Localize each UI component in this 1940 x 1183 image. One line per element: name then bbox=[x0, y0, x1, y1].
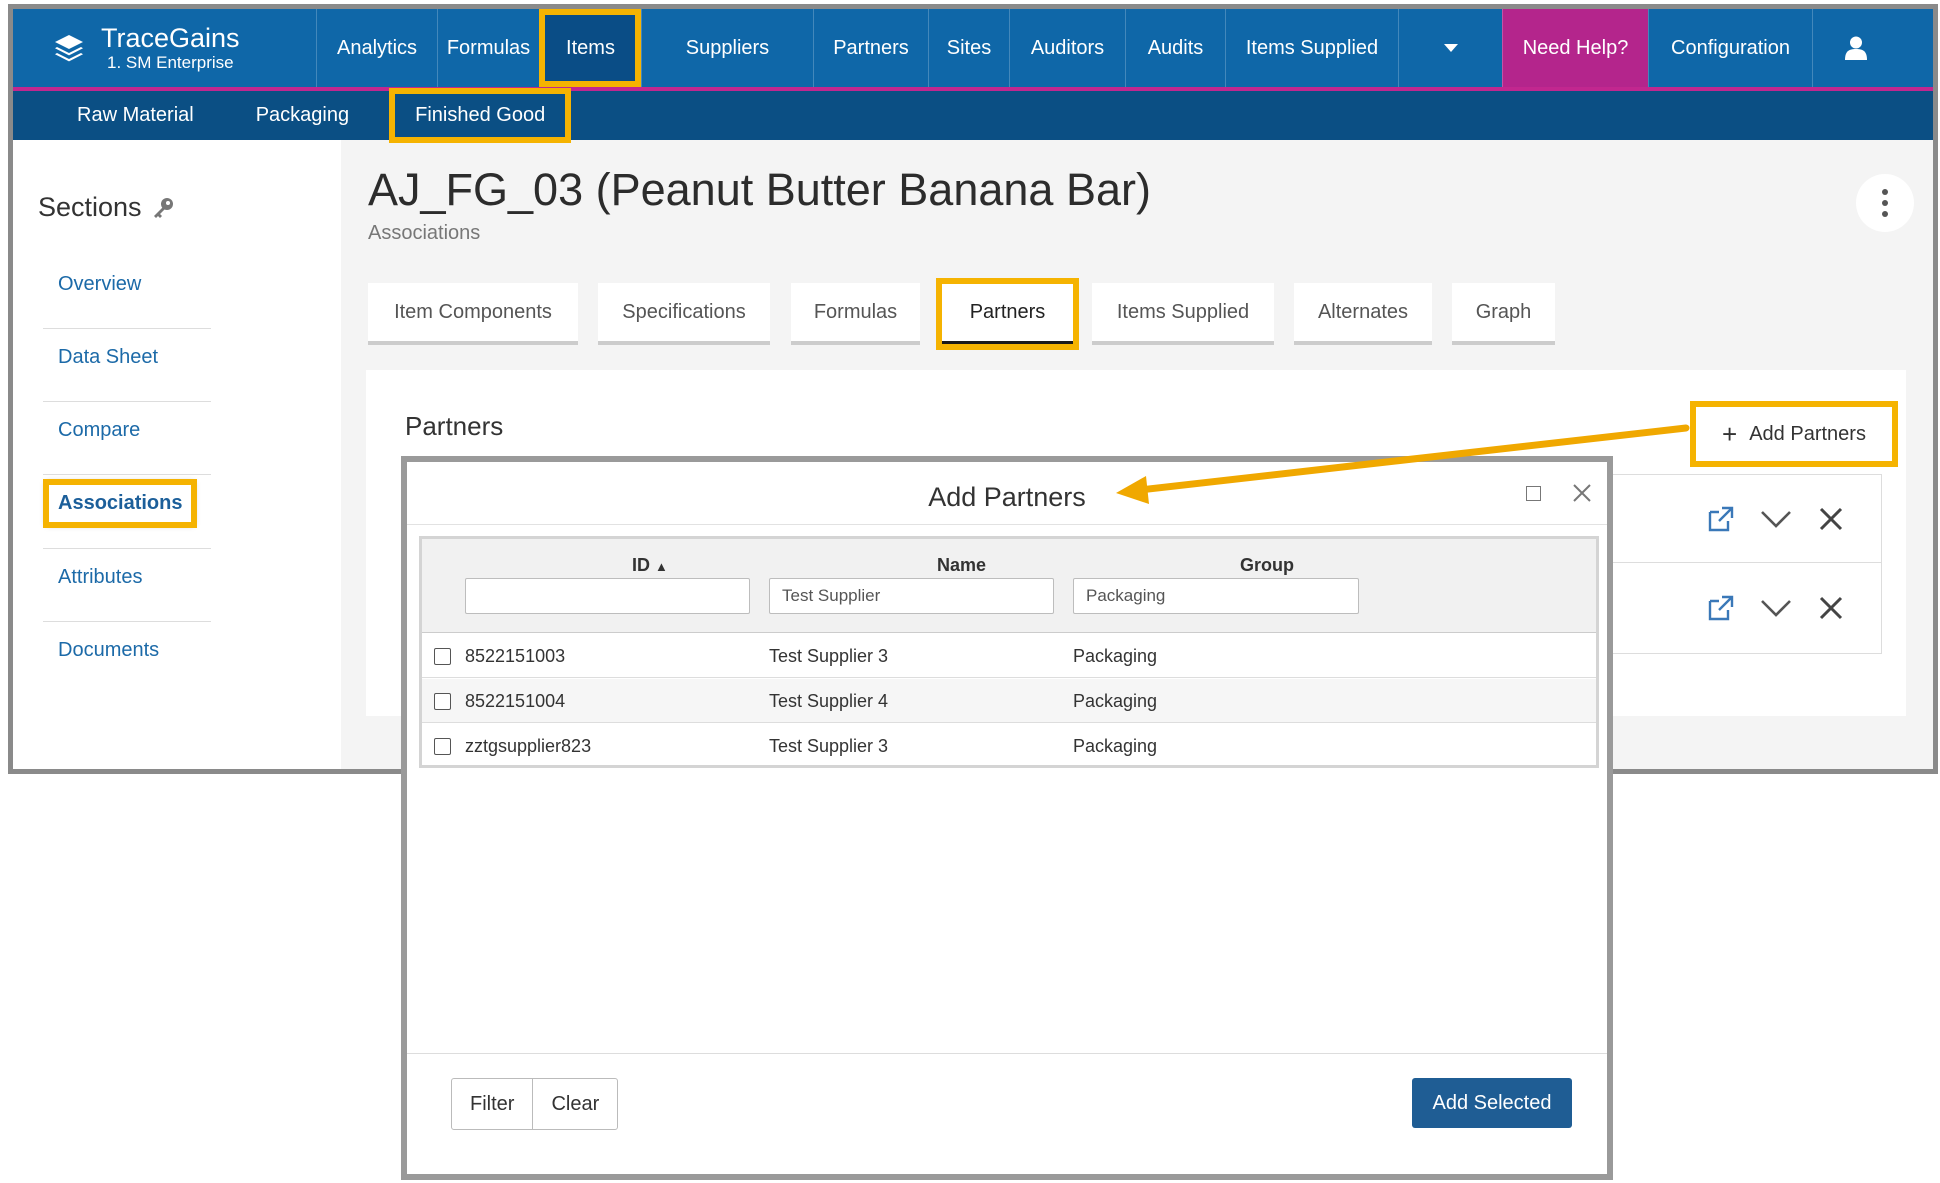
open-external-icon[interactable] bbox=[1704, 591, 1738, 625]
row-checkbox[interactable] bbox=[434, 693, 451, 710]
sections-heading: Sections bbox=[38, 192, 174, 223]
nav-more-dropdown[interactable] bbox=[1398, 9, 1502, 87]
kebab-dot bbox=[1882, 211, 1888, 217]
sidebar-item-data-sheet[interactable]: Data Sheet bbox=[58, 346, 158, 369]
row-checkbox[interactable] bbox=[434, 648, 451, 665]
sort-ascending-icon: ▲ bbox=[655, 559, 668, 574]
remove-icon[interactable] bbox=[1814, 591, 1848, 625]
brand-subtitle: 1. SM Enterprise bbox=[107, 52, 234, 72]
add-selected-button[interactable]: Add Selected bbox=[1412, 1078, 1572, 1128]
name-filter-input[interactable] bbox=[769, 578, 1054, 614]
subnav-packaging[interactable]: Packaging bbox=[248, 96, 357, 135]
cell-id: 8522151004 bbox=[465, 691, 566, 711]
tab-items-supplied[interactable]: Items Supplied bbox=[1092, 283, 1274, 345]
remove-icon[interactable] bbox=[1814, 502, 1848, 536]
tab-item-components[interactable]: Item Components bbox=[368, 283, 578, 345]
nav-sites[interactable]: Sites bbox=[928, 9, 1009, 87]
chevron-down-icon[interactable] bbox=[1759, 502, 1793, 536]
divider bbox=[43, 548, 211, 549]
filter-button-group: Filter Clear bbox=[451, 1078, 619, 1130]
tab-specifications[interactable]: Specifications bbox=[598, 283, 770, 345]
divider bbox=[43, 401, 211, 402]
open-external-icon[interactable] bbox=[1704, 502, 1738, 536]
add-partners-button[interactable]: + Add Partners bbox=[1690, 401, 1898, 467]
page-title: AJ_FG_03 (Peanut Butter Banana Bar) bbox=[368, 164, 1151, 215]
sub-navbar: Raw Material Packaging Finished Good bbox=[13, 88, 1933, 143]
tab-partners[interactable]: Partners bbox=[936, 278, 1079, 350]
divider bbox=[43, 621, 211, 622]
divider bbox=[407, 524, 1607, 525]
nav-items-supplied[interactable]: Items Supplied bbox=[1225, 9, 1398, 87]
divider bbox=[43, 328, 211, 329]
table-row[interactable]: zztgsupplier823 Test Supplier 3 Packagin… bbox=[422, 724, 1596, 768]
tab-graph[interactable]: Graph bbox=[1452, 283, 1555, 345]
subnav-raw-material[interactable]: Raw Material bbox=[69, 96, 202, 135]
kebab-dot bbox=[1882, 200, 1888, 206]
sidebar-item-attributes[interactable]: Attributes bbox=[58, 566, 142, 589]
plus-icon: + bbox=[1722, 418, 1738, 449]
id-filter-input[interactable] bbox=[465, 578, 750, 614]
divider bbox=[407, 1053, 1607, 1054]
more-options-button[interactable] bbox=[1856, 174, 1914, 232]
sidebar-item-documents[interactable]: Documents bbox=[58, 639, 159, 662]
table-row[interactable]: 8522151003 Test Supplier 3 Packaging bbox=[422, 634, 1596, 678]
brand[interactable]: TraceGains 1. SM Enterprise bbox=[13, 9, 316, 87]
column-header-name[interactable]: Name bbox=[937, 555, 986, 576]
cell-group: Packaging bbox=[1073, 736, 1158, 756]
maximize-icon[interactable] bbox=[1526, 486, 1541, 501]
nav-need-help[interactable]: Need Help? bbox=[1502, 9, 1648, 87]
cell-name: Test Supplier 3 bbox=[769, 646, 889, 666]
dialog-title: Add Partners bbox=[928, 482, 1086, 512]
sidebar-item-compare[interactable]: Compare bbox=[58, 419, 140, 442]
tab-formulas[interactable]: Formulas bbox=[791, 283, 920, 345]
row-checkbox[interactable] bbox=[434, 738, 451, 755]
sections-title: Sections bbox=[38, 192, 142, 222]
divider bbox=[43, 474, 211, 475]
group-filter-input[interactable] bbox=[1073, 578, 1359, 614]
cell-name: Test Supplier 3 bbox=[769, 736, 889, 756]
sidebar-item-overview[interactable]: Overview bbox=[58, 273, 141, 296]
clear-button[interactable]: Clear bbox=[532, 1079, 617, 1129]
add-partners-label: Add Partners bbox=[1749, 422, 1866, 445]
subnav-finished-good[interactable]: Finished Good bbox=[389, 88, 572, 143]
nav-analytics[interactable]: Analytics bbox=[316, 9, 437, 87]
sidebar-item-associations[interactable]: Associations bbox=[42, 479, 198, 528]
nav-partners[interactable]: Partners bbox=[813, 9, 928, 87]
column-id-label: ID bbox=[632, 555, 650, 575]
nav-suppliers[interactable]: Suppliers bbox=[641, 9, 813, 87]
nav-auditors[interactable]: Auditors bbox=[1009, 9, 1125, 87]
nav-items[interactable]: Items bbox=[539, 9, 641, 87]
cell-id: 8522151003 bbox=[465, 646, 566, 666]
page-subtitle: Associations bbox=[368, 222, 481, 244]
cell-group: Packaging bbox=[1073, 646, 1158, 666]
layers-logo-icon bbox=[55, 35, 83, 62]
key-icon[interactable] bbox=[152, 197, 174, 219]
cell-id: zztgsupplier823 bbox=[465, 736, 592, 756]
cell-group: Packaging bbox=[1073, 691, 1158, 711]
filter-button[interactable]: Filter bbox=[452, 1079, 532, 1129]
top-navbar: TraceGains 1. SM Enterprise Analytics Fo… bbox=[13, 9, 1933, 87]
nav-audits[interactable]: Audits bbox=[1125, 9, 1225, 87]
chevron-down-icon[interactable] bbox=[1759, 591, 1793, 625]
tab-alternates[interactable]: Alternates bbox=[1294, 283, 1432, 345]
close-icon[interactable] bbox=[1567, 478, 1597, 508]
kebab-dot bbox=[1882, 189, 1888, 195]
sections-sidebar: Sections Overview Data Sheet Compare Ass… bbox=[13, 140, 341, 769]
partners-card-title: Partners bbox=[405, 411, 504, 441]
user-menu[interactable] bbox=[1812, 9, 1898, 87]
caret-down-icon bbox=[1443, 44, 1458, 52]
user-icon bbox=[1844, 36, 1867, 60]
table-row[interactable]: 8522151004 Test Supplier 4 Packaging bbox=[422, 679, 1596, 723]
brand-name: TraceGains bbox=[101, 22, 240, 53]
column-header-group[interactable]: Group bbox=[1240, 555, 1294, 576]
nav-formulas[interactable]: Formulas bbox=[437, 9, 539, 87]
cell-name: Test Supplier 4 bbox=[769, 691, 889, 711]
add-partners-dialog: Add Partners ID ▲ Name Group 8522151003 … bbox=[401, 456, 1613, 1180]
column-header-id[interactable]: ID ▲ bbox=[632, 555, 668, 576]
partners-grid: ID ▲ Name Group 8522151003 Test Supplier… bbox=[419, 536, 1599, 768]
grid-header: ID ▲ Name Group bbox=[422, 539, 1596, 633]
nav-configuration[interactable]: Configuration bbox=[1648, 9, 1812, 87]
